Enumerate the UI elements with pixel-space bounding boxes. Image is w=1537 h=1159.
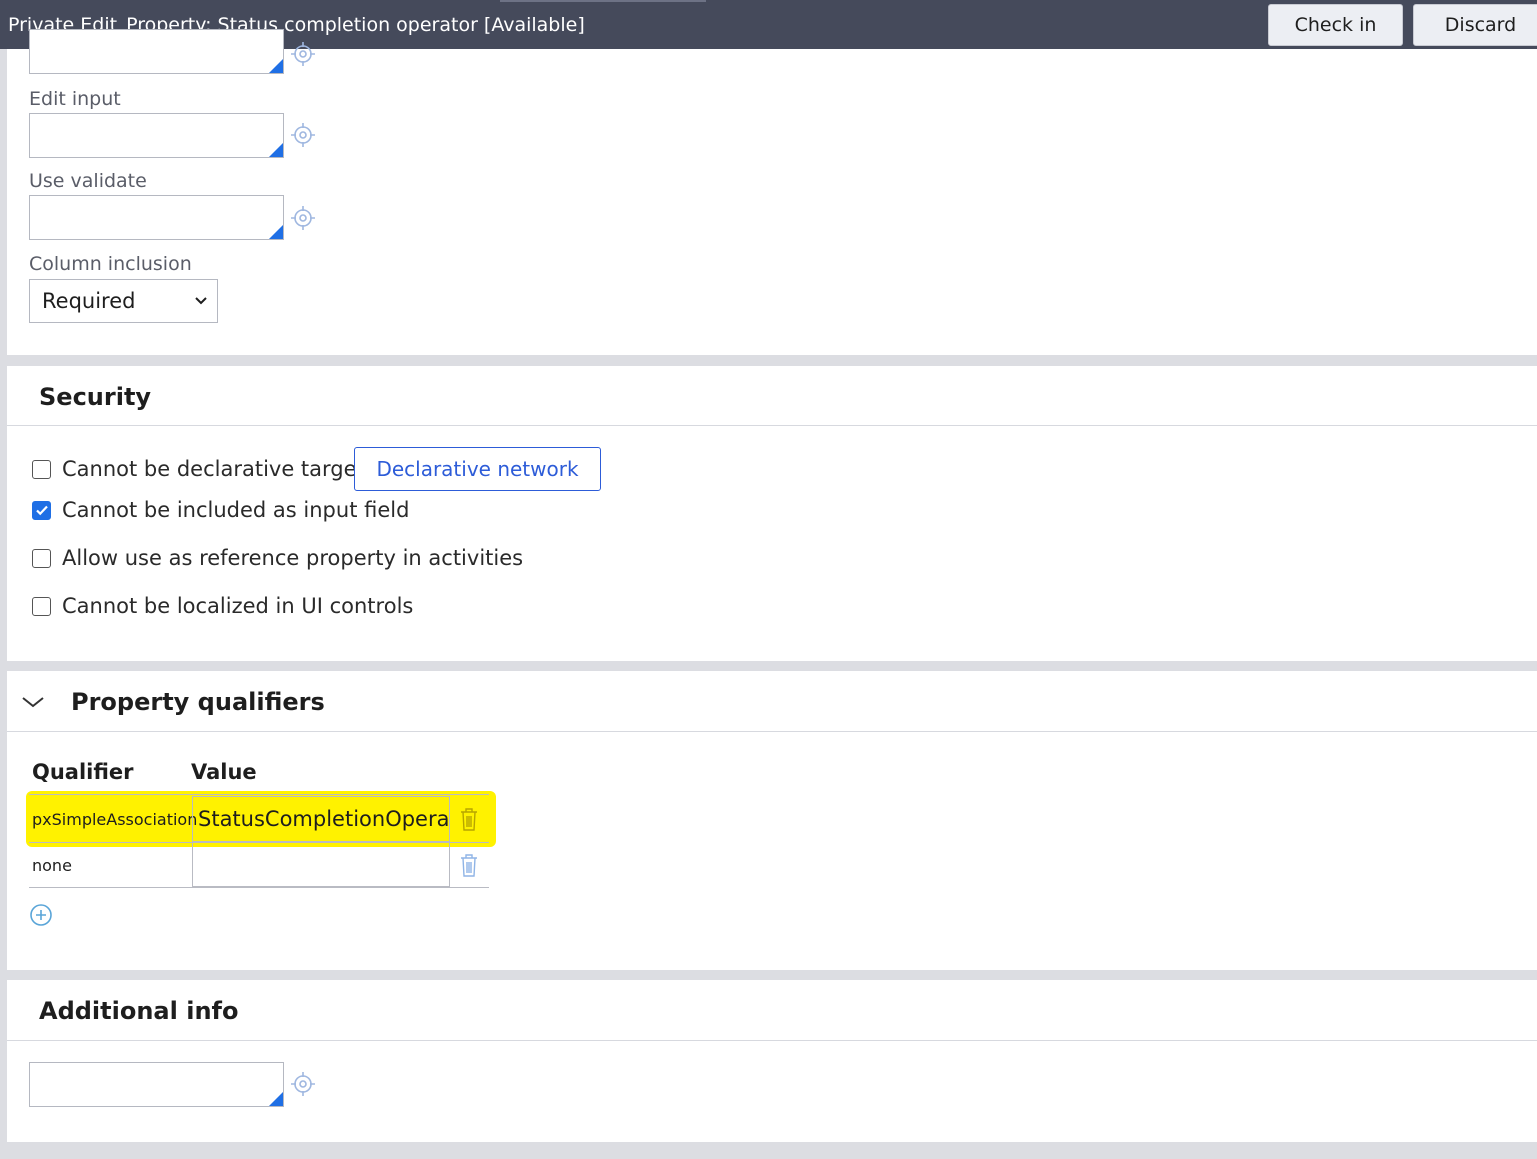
column-inclusion-select[interactable]: Required: [29, 279, 218, 323]
column-inclusion-label: Column inclusion: [29, 253, 192, 275]
chevron-down-icon[interactable]: [21, 695, 45, 709]
security-panel: Security Cannot be declarative target De…: [7, 366, 1537, 661]
option-label: Cannot be declarative target: [62, 457, 365, 481]
column-inclusion-value: Required: [42, 289, 136, 313]
option-cannot-be-included-as-input[interactable]: Cannot be included as input field: [32, 498, 409, 522]
checkbox[interactable]: [32, 459, 51, 479]
additional-info-panel: Additional info: [7, 980, 1537, 1142]
use-validate-label: Use validate: [29, 170, 147, 192]
value-column-header: Value: [191, 760, 257, 784]
option-label: Cannot be localized in UI controls: [62, 594, 414, 618]
security-title: Security: [39, 383, 152, 411]
checkbox[interactable]: [32, 548, 51, 568]
section-divider: [7, 425, 1537, 426]
option-allow-reference-property[interactable]: Allow use as reference property in activ…: [32, 546, 523, 570]
add-circle-icon[interactable]: [29, 903, 53, 927]
option-cannot-be-declarative-target[interactable]: Cannot be declarative target: [32, 457, 365, 481]
checkbox[interactable]: [32, 596, 51, 616]
qualifier-value-input[interactable]: [192, 841, 450, 887]
resize-corner-icon: [269, 1092, 283, 1106]
row-divider: [29, 887, 489, 888]
additional-info-title: Additional info: [39, 997, 239, 1025]
edit-input-label: Edit input: [29, 88, 121, 110]
qualifier-column-header: Qualifier: [32, 760, 134, 784]
target-icon[interactable]: [290, 205, 316, 231]
trash-icon[interactable]: [458, 852, 480, 878]
target-icon[interactable]: [290, 122, 316, 148]
row-divider: [29, 794, 489, 795]
qualifier-value-input[interactable]: StatusCompletionOperator: [192, 796, 450, 842]
resize-corner-icon: [269, 225, 283, 239]
declarative-network-button[interactable]: Declarative network: [354, 447, 601, 491]
use-validate-field[interactable]: [29, 195, 284, 240]
option-label: Cannot be included as input field: [62, 498, 410, 522]
chevron-down-icon: [195, 297, 207, 305]
target-icon[interactable]: [290, 41, 316, 67]
option-cannot-be-localized[interactable]: Cannot be localized in UI controls: [32, 594, 413, 618]
checkmark-icon: [35, 505, 48, 516]
edit-input-field[interactable]: [29, 113, 284, 158]
section-divider: [7, 731, 1537, 732]
discard-button[interactable]: Discard: [1413, 4, 1537, 46]
option-label: Allow use as reference property in activ…: [62, 546, 524, 570]
qualifier-cell: none: [32, 856, 72, 875]
additional-info-field[interactable]: [29, 1062, 284, 1107]
resize-corner-icon: [269, 59, 283, 73]
property-qualifiers-panel: Property qualifiers Qualifier Value pxSi…: [7, 671, 1537, 970]
field-settings-panel: Edit input Use validate Column inclusion…: [7, 29, 1537, 355]
qualifier-cell: pxSimpleAssociation: [32, 810, 198, 829]
resize-corner-icon: [269, 143, 283, 157]
checkbox-checked[interactable]: [32, 500, 51, 520]
check-in-button[interactable]: Check in: [1268, 4, 1403, 46]
tab-indicator: [500, 0, 706, 2]
prior-input-field[interactable]: [29, 29, 284, 74]
target-icon[interactable]: [290, 1071, 316, 1097]
property-qualifiers-title: Property qualifiers: [71, 688, 325, 716]
trash-icon[interactable]: [458, 806, 480, 832]
section-divider: [7, 1040, 1537, 1041]
